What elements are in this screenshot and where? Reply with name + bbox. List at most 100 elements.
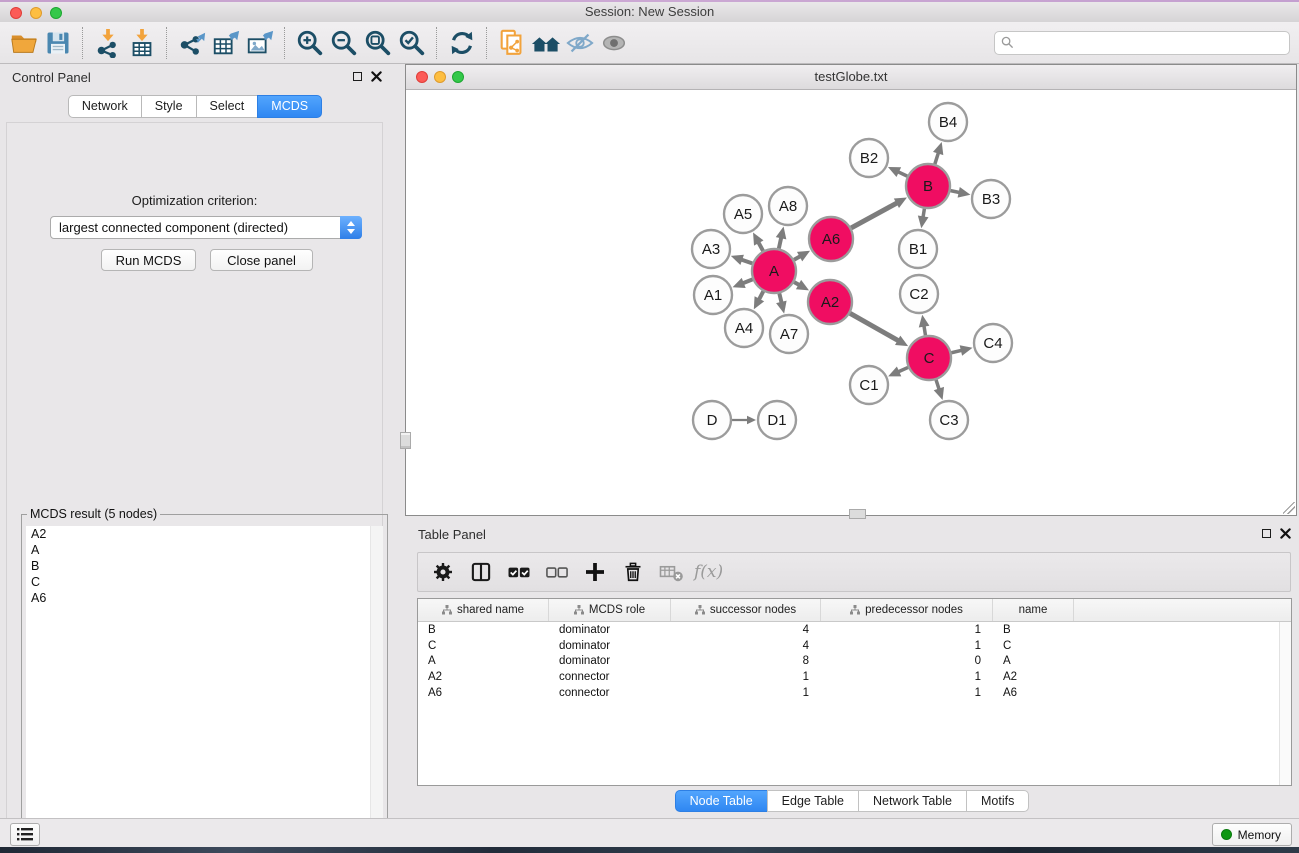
column-header-shared-name[interactable]: shared name — [418, 599, 549, 621]
bottom-edge-grip[interactable] — [849, 509, 866, 519]
column-header-MCDS-role[interactable]: MCDS role — [549, 599, 671, 621]
hide-columns-icon[interactable] — [540, 556, 574, 588]
table-row[interactable]: Bdominator41B — [418, 622, 1291, 638]
tab-network[interactable]: Network — [68, 95, 142, 118]
cell-predecessor-nodes: 0 — [821, 655, 993, 667]
table-tabs: Node TableEdge TableNetwork TableMotifs — [405, 790, 1299, 812]
search-field[interactable] — [994, 31, 1290, 55]
toolbar-separator — [486, 27, 488, 59]
app-title: Session: New Session — [0, 4, 1299, 19]
close-panel-button[interactable]: Close panel — [210, 249, 313, 271]
node-label-B3: B3 — [982, 191, 1000, 208]
network-canvas[interactable]: AA1A2A3A4A5A6A7A8BB1B2B3B4CC1C2C3C4DD1 — [406, 90, 1296, 515]
tab-node-table[interactable]: Node Table — [675, 790, 768, 812]
column-header-predecessor-nodes[interactable]: predecessor nodes — [821, 599, 993, 621]
tab-select[interactable]: Select — [196, 95, 259, 118]
float-panel-icon[interactable] — [353, 72, 362, 81]
column-label: MCDS role — [589, 604, 645, 616]
edge-A6-B[interactable] — [851, 202, 898, 228]
resize-corner-handle[interactable] — [1283, 502, 1295, 514]
cell-MCDS-role: dominator — [549, 655, 671, 667]
table-row[interactable]: A2connector11A2 — [418, 669, 1291, 685]
edge-A2-C[interactable] — [850, 313, 899, 341]
tab-edge-table[interactable]: Edge Table — [767, 790, 859, 812]
cell-predecessor-nodes: 1 — [821, 687, 993, 699]
zoom-selected-icon[interactable] — [395, 26, 429, 60]
edge-arrowhead — [960, 345, 973, 356]
toolbar-separator — [166, 27, 168, 59]
open-folder-icon[interactable] — [7, 26, 41, 60]
close-table-panel-icon[interactable] — [1280, 528, 1291, 539]
app-titlebar[interactable]: Session: New Session — [0, 2, 1299, 23]
export-image-icon[interactable] — [243, 26, 277, 60]
node-label-A6: A6 — [822, 231, 840, 248]
tab-network-table[interactable]: Network Table — [858, 790, 967, 812]
control-panel-header[interactable]: Control Panel — [0, 67, 390, 89]
left-edge-grip[interactable] — [400, 432, 411, 449]
list-icon — [17, 828, 33, 841]
home-pair-icon[interactable] — [529, 26, 563, 60]
result-list-scrollbar[interactable] — [370, 526, 383, 853]
hide-details-eye-icon[interactable] — [563, 26, 597, 60]
import-table-icon[interactable] — [125, 26, 159, 60]
memory-button[interactable]: Memory — [1212, 823, 1292, 846]
tab-style[interactable]: Style — [141, 95, 197, 118]
cell-shared-name: A — [418, 655, 549, 667]
memory-label: Memory — [1238, 828, 1281, 842]
network-window-titlebar[interactable]: testGlobe.txt — [406, 65, 1296, 90]
result-item-a6[interactable]: A6 — [26, 590, 383, 606]
split-table-icon[interactable] — [464, 556, 498, 588]
result-item-a[interactable]: A — [26, 542, 383, 558]
export-network-icon[interactable] — [175, 26, 209, 60]
node-label-C2: C2 — [909, 286, 928, 303]
table-panel-title: Table Panel — [418, 527, 486, 542]
cell-name: A — [993, 655, 1074, 667]
add-column-icon[interactable] — [578, 556, 612, 588]
column-label: predecessor nodes — [865, 604, 963, 616]
table-panel-header[interactable]: Table Panel — [405, 524, 1299, 546]
zoom-in-icon[interactable] — [293, 26, 327, 60]
select-stepper-icon — [340, 216, 362, 239]
application-window: Session: New Session — [0, 0, 1299, 853]
column-header-successor-nodes[interactable]: successor nodes — [671, 599, 821, 621]
result-item-c[interactable]: C — [26, 574, 383, 590]
zoom-fit-icon[interactable] — [361, 26, 395, 60]
task-history-button[interactable] — [10, 823, 40, 846]
import-network-icon[interactable] — [91, 26, 125, 60]
table-row[interactable]: A6connector11A6 — [418, 685, 1291, 701]
export-table-icon[interactable] — [209, 26, 243, 60]
run-mcds-button[interactable]: Run MCDS — [101, 249, 196, 271]
zoom-out-icon[interactable] — [327, 26, 361, 60]
column-header-name[interactable]: name — [993, 599, 1074, 621]
search-input[interactable] — [1018, 35, 1289, 51]
tab-motifs[interactable]: Motifs — [966, 790, 1029, 812]
result-item-a2[interactable]: A2 — [26, 526, 383, 542]
function-builder-icon[interactable]: f(x) — [694, 562, 723, 582]
save-icon[interactable] — [41, 26, 75, 60]
network-documents-icon[interactable] — [495, 26, 529, 60]
table-row[interactable]: Adominator80A — [418, 654, 1291, 670]
table-scrollbar[interactable] — [1279, 622, 1291, 785]
close-panel-icon[interactable] — [371, 71, 382, 82]
tab-mcds[interactable]: MCDS — [257, 95, 322, 118]
node-label-D: D — [707, 412, 718, 429]
eye-icon[interactable] — [597, 26, 631, 60]
show-columns-icon[interactable] — [502, 556, 536, 588]
selected-option: largest connected component (directed) — [59, 220, 288, 235]
mcds-result-list[interactable]: A2ABCA6 — [26, 526, 383, 853]
gear-icon[interactable] — [426, 556, 460, 588]
cell-successor-nodes: 1 — [671, 687, 821, 699]
delete-column-icon[interactable] — [616, 556, 650, 588]
node-label-A7: A7 — [780, 326, 798, 343]
cell-MCDS-role: connector — [549, 687, 671, 699]
result-item-b[interactable]: B — [26, 558, 383, 574]
refresh-icon[interactable] — [445, 26, 479, 60]
node-label-A5: A5 — [734, 206, 752, 223]
float-table-panel-icon[interactable] — [1262, 529, 1271, 538]
delete-table-icon[interactable] — [654, 556, 688, 588]
cell-predecessor-nodes: 1 — [821, 640, 993, 652]
optimization-criterion-select[interactable]: largest connected component (directed) — [50, 216, 362, 239]
column-type-icon — [850, 605, 860, 615]
table-toolbar: f(x) — [417, 552, 1291, 592]
table-row[interactable]: Cdominator41C — [418, 638, 1291, 654]
